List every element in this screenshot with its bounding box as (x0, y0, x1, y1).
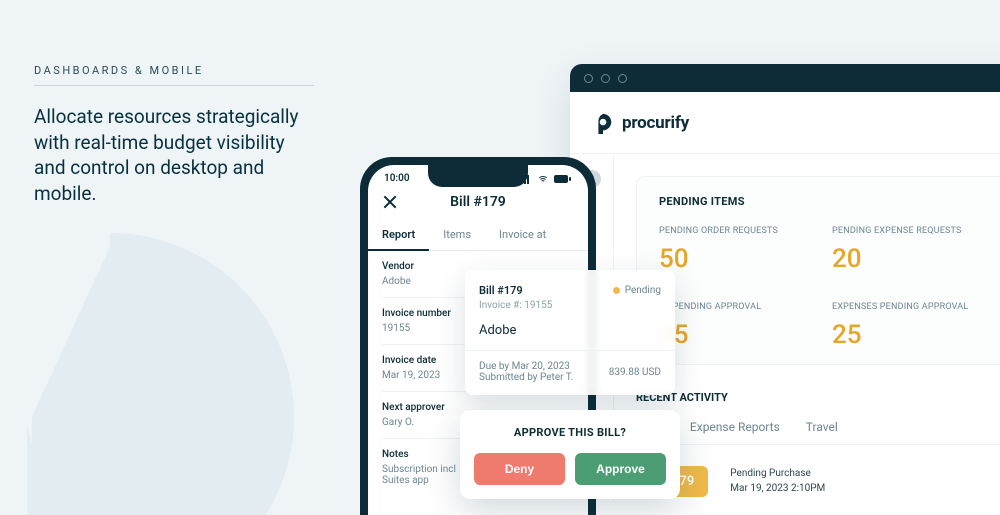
window-control-dot[interactable] (584, 74, 593, 83)
tab-invoice[interactable]: Invoice at (485, 220, 560, 250)
app-brand-row: procurify (570, 92, 1000, 154)
panel-title: PENDING ITEMS (659, 195, 1000, 208)
tab-report[interactable]: Report (368, 220, 429, 251)
brand-name: procurify (622, 113, 689, 133)
card-title: Bill #179 (479, 284, 523, 297)
pending-items-panel: PENDING ITEMS PENDING ORDER REQUESTS50 P… (636, 176, 1000, 365)
status-time: 10:00 (384, 173, 410, 184)
activity-tabs: rders Expense Reports Travel (636, 420, 1000, 445)
battery-icon (554, 174, 572, 184)
phone-notch (428, 165, 528, 187)
bill-detail-tabs: Report Items Invoice at (368, 220, 588, 251)
section-eyebrow: DASHBOARDS & MOBILE (34, 64, 314, 86)
order-row[interactable]: 179 Pending Purchase Mar 19, 2023 2:10PM… (636, 461, 1000, 501)
stat-block[interactable]: RS PENDING APPROVAL35 (659, 302, 832, 350)
close-icon[interactable] (382, 194, 398, 210)
card-vendor: Adobe (479, 323, 661, 338)
background-logo-watermark (0, 210, 340, 515)
dialog-title: APPROVE THIS BILL? (474, 426, 666, 439)
card-amount: 839.88 USD (609, 367, 661, 378)
tab-items[interactable]: Items (429, 220, 485, 250)
window-control-dot[interactable] (601, 74, 610, 83)
window-control-dot[interactable] (618, 74, 627, 83)
tab-expense-reports[interactable]: Expense Reports (690, 420, 780, 434)
bill-summary-card[interactable]: Bill #179 Pending Invoice #: 19155 Adobe… (465, 270, 675, 395)
section-headline: Allocate resources strategically with re… (34, 104, 314, 207)
wifi-icon (536, 174, 550, 184)
bill-title: Bill #179 (450, 194, 506, 210)
recent-activity-section: RECENT ACTIVITY rders Expense Reports Tr… (636, 391, 1000, 501)
status-dot-icon (613, 287, 620, 294)
tab-travel[interactable]: Travel (806, 420, 838, 434)
approve-button[interactable]: Approve (575, 453, 666, 485)
window-titlebar (570, 64, 1000, 92)
status-badge: Pending (613, 285, 661, 296)
card-submitted: Submitted by Peter T. (479, 372, 573, 383)
stat-block[interactable]: EXPENSES PENDING APPROVAL25 (832, 302, 1000, 350)
order-meta: Pending Purchase Mar 19, 2023 2:10PM (730, 466, 825, 496)
card-subtitle: Invoice #: 19155 (479, 300, 661, 311)
stat-block[interactable]: PENDING EXPENSE REQUESTS20 (832, 226, 1000, 274)
procurify-logo-icon (592, 112, 614, 134)
stat-block[interactable]: PENDING ORDER REQUESTS50 (659, 226, 832, 274)
card-due: Due by Mar 20, 2023 (479, 361, 573, 372)
section-title: RECENT ACTIVITY (636, 391, 1000, 404)
deny-button[interactable]: Deny (474, 453, 565, 485)
approve-bill-dialog: APPROVE THIS BILL? Deny Approve (460, 410, 680, 499)
